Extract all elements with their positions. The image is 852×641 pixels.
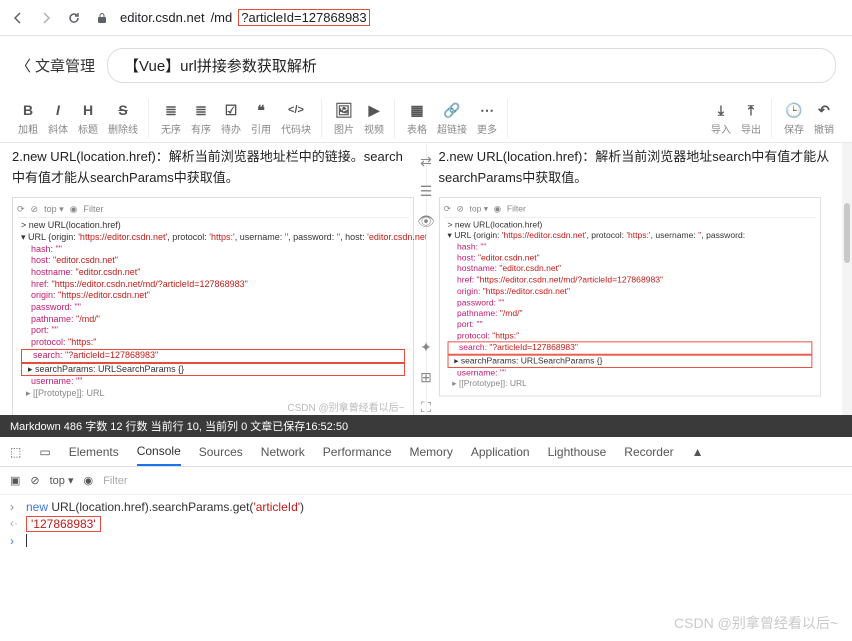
tab-lighthouse[interactable]: Lighthouse bbox=[548, 439, 607, 465]
heading-button[interactable]: H标题 bbox=[74, 99, 102, 138]
export-button[interactable]: ⤒导出 bbox=[737, 99, 765, 138]
lock-icon bbox=[92, 8, 112, 28]
back-label: 文章管理 bbox=[35, 55, 95, 76]
editor-pane[interactable]: 2.new URL(location.href)：解析当前浏览器地址栏中的链接。… bbox=[0, 143, 427, 415]
clear-console-icon[interactable]: ⊘ bbox=[30, 474, 39, 487]
fullscreen-icon[interactable]: ⛶ bbox=[418, 399, 434, 415]
tab-elements[interactable]: Elements bbox=[69, 439, 119, 465]
more-button[interactable]: ⋯更多 bbox=[473, 99, 501, 138]
preview-icon[interactable]: 👁 bbox=[418, 213, 434, 229]
preview-pane: 2.new URL(location.href)：解析当前浏览器地址search… bbox=[427, 143, 852, 415]
browser-address-bar: editor.csdn.net/md ?articleId=127868983 bbox=[0, 0, 852, 36]
codeblock-button[interactable]: </>代码块 bbox=[277, 99, 315, 138]
back-to-articles[interactable]: 〈 文章管理 bbox=[16, 55, 95, 76]
console-prompt[interactable]: › bbox=[0, 533, 852, 549]
preview-badge-icon: ▲ bbox=[692, 445, 704, 459]
editor-text: 2.new URL(location.href)：解析当前浏览器地址栏中的链接。… bbox=[12, 147, 414, 189]
url-field[interactable]: editor.csdn.net/md ?articleId=127868983 bbox=[120, 9, 370, 26]
input-arrow-icon: › bbox=[10, 500, 20, 514]
device-icon[interactable]: ▭ bbox=[39, 445, 50, 459]
console-result-row: ‹· '127868983' bbox=[0, 515, 852, 533]
todo-button[interactable]: ☑待办 bbox=[217, 99, 245, 138]
image-button[interactable]: 🖼图片 bbox=[330, 99, 358, 138]
console-input-row: › new URL(location.href).searchParams.ge… bbox=[0, 499, 852, 515]
tab-memory[interactable]: Memory bbox=[410, 439, 453, 465]
ol-button[interactable]: ≣有序 bbox=[187, 99, 215, 138]
nav-back-icon[interactable] bbox=[8, 8, 28, 28]
live-expr-icon[interactable]: ◉ bbox=[84, 474, 94, 487]
italic-button[interactable]: I斜体 bbox=[44, 99, 72, 138]
inspect-icon[interactable]: ⬚ bbox=[10, 445, 21, 459]
nav-reload-icon[interactable] bbox=[64, 8, 84, 28]
console-filter-bar: ▣ ⊘ top ▾ ◉ Filter bbox=[0, 467, 852, 495]
url-host: editor.csdn.net bbox=[120, 10, 205, 25]
strike-button[interactable]: S删除线 bbox=[104, 99, 142, 138]
devtools-tabs: ⬚ ▭ Elements Console Sources Network Per… bbox=[0, 437, 852, 467]
tab-network[interactable]: Network bbox=[261, 439, 305, 465]
article-title-input[interactable]: 【Vue】url拼接参数获取解析 bbox=[107, 48, 836, 83]
status-bar: Markdown 486 字数 12 行数 当前行 10, 当前列 0 文章已保… bbox=[0, 415, 852, 437]
quote-button[interactable]: ❝引用 bbox=[247, 99, 275, 138]
tab-application[interactable]: Application bbox=[471, 439, 530, 465]
tab-recorder[interactable]: Recorder bbox=[624, 439, 673, 465]
focus-icon[interactable]: ✦ bbox=[418, 339, 434, 355]
editor-toolbar: B加粗 I斜体 H标题 S删除线 ≣无序 ≣有序 ☑待办 ❝引用 </>代码块 … bbox=[0, 95, 852, 143]
tab-console[interactable]: Console bbox=[137, 438, 181, 466]
preview-text-2: 3.new URL(location.href).searchParams.ge… bbox=[439, 413, 841, 415]
undo-button[interactable]: ↶撤销 bbox=[810, 99, 838, 138]
page-header: 〈 文章管理 【Vue】url拼接参数获取解析 bbox=[0, 36, 852, 95]
toc-icon[interactable]: ☰ bbox=[418, 183, 434, 199]
prompt-arrow-icon: › bbox=[10, 534, 20, 548]
save-button[interactable]: 🕒保存 bbox=[780, 99, 808, 138]
video-button[interactable]: ▶视频 bbox=[360, 99, 388, 138]
console-sidebar-icon[interactable]: ▣ bbox=[10, 474, 20, 487]
context-selector[interactable]: top ▾ bbox=[50, 474, 74, 487]
url-query-highlight: ?articleId=127868983 bbox=[238, 9, 369, 26]
console-result: '127868983' bbox=[26, 516, 101, 532]
tab-sources[interactable]: Sources bbox=[199, 439, 243, 465]
editor-split: 2.new URL(location.href)：解析当前浏览器地址栏中的链接。… bbox=[0, 143, 852, 415]
bold-button[interactable]: B加粗 bbox=[14, 99, 42, 138]
console-output: › new URL(location.href).searchParams.ge… bbox=[0, 495, 852, 553]
tab-performance[interactable]: Performance bbox=[323, 439, 392, 465]
chevron-left-icon: 〈 bbox=[16, 55, 31, 76]
page-watermark: CSDN @别拿曾经看以后~ bbox=[674, 613, 838, 633]
link-button[interactable]: 🔗超链接 bbox=[433, 99, 471, 138]
view-controls: ⇄ ☰ 👁 ✦ ⊞ ⛶ bbox=[412, 143, 440, 415]
url-path: /md bbox=[211, 10, 233, 25]
ul-button[interactable]: ≣无序 bbox=[157, 99, 185, 138]
output-arrow-icon: ‹· bbox=[10, 516, 20, 530]
sync-scroll-icon[interactable]: ⇄ bbox=[418, 153, 434, 169]
nav-forward-icon[interactable] bbox=[36, 8, 56, 28]
preview-text-1: 2.new URL(location.href)：解析当前浏览器地址search… bbox=[439, 147, 841, 189]
table-button[interactable]: ▦表格 bbox=[403, 99, 431, 138]
console-filter-input[interactable]: Filter bbox=[103, 475, 127, 487]
embedded-code-screenshot: ⟳⊘top ▾◉Filter > new URL(location.href) … bbox=[12, 197, 414, 415]
import-button[interactable]: ⤓导入 bbox=[707, 99, 735, 138]
preview-code-screenshot: ⟳⊘top ▾◉Filter > new URL(location.href) … bbox=[439, 197, 820, 397]
layout-icon[interactable]: ⊞ bbox=[418, 369, 434, 385]
